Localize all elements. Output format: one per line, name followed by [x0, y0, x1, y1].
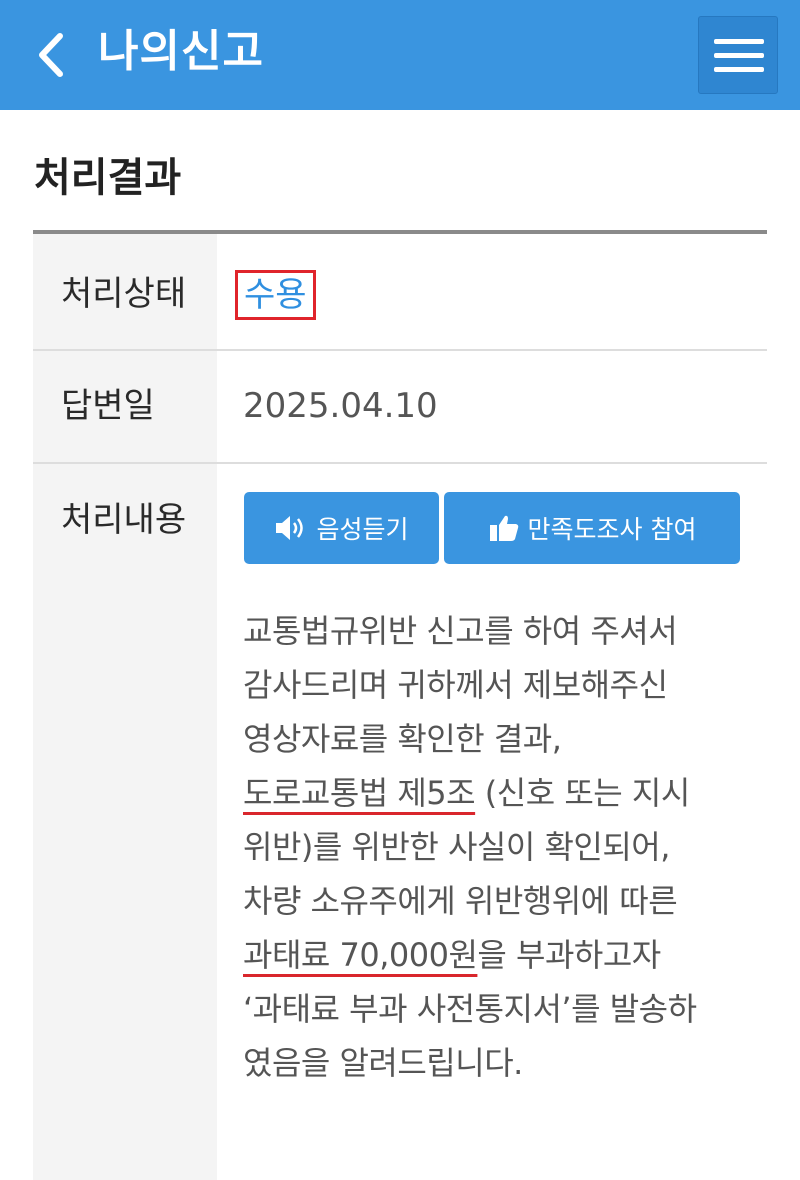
details-label: 처리내용	[61, 500, 187, 540]
page-title: 나의신고	[98, 26, 264, 77]
details-text: 교통법규위반 신고를 하여 주셔서 감사드리며 귀하께서 제보해주신 영상자료를…	[243, 604, 743, 1090]
details-line: 차량 소유주에게 위반행위에 따른	[243, 882, 678, 920]
label-column	[33, 234, 217, 1180]
reply-date-label: 답변일	[61, 386, 155, 426]
chevron-left-icon	[39, 33, 63, 77]
details-line: 영상자료를 확인한 결과,	[243, 720, 562, 758]
survey-button-label: 만족도조사 참여	[527, 515, 697, 544]
status-label: 처리상태	[61, 274, 187, 314]
row-divider	[33, 349, 767, 351]
reply-date-value: 2025.04.10	[243, 386, 438, 426]
menu-button[interactable]	[698, 16, 778, 94]
row-divider	[33, 462, 767, 464]
section-title: 처리결과	[34, 155, 182, 201]
status-value: 수용	[235, 270, 316, 320]
details-line-rest: (신호 또는 지시	[475, 774, 690, 812]
app-header: 나의신고	[0, 0, 800, 110]
details-line: 과태료 70,000원을 부과하고자	[243, 928, 743, 982]
law-article-highlight: 도로교통법 제5조	[243, 774, 476, 812]
details-line: 교통법규위반 신고를 하여 주셔서	[243, 612, 678, 650]
survey-button[interactable]: 만족도조사 참여	[444, 492, 740, 564]
speaker-icon	[276, 516, 304, 540]
listen-button-label: 음성듣기	[316, 515, 409, 544]
details-line: 위반)를 위반한 사실이 확인되어,	[243, 828, 670, 866]
details-line: 도로교통법 제5조 (신호 또는 지시	[243, 766, 743, 820]
details-line: ‘과태료 부과 사전통지서’를 발송하	[243, 990, 697, 1028]
details-line-rest: 을 부과하고자	[477, 936, 661, 974]
listen-button[interactable]: 음성듣기	[244, 492, 439, 564]
result-table: 처리상태 수용 답변일 2025.04.10 처리내용 음성듣기 만족도조사 참…	[33, 230, 767, 1180]
details-line: 였음을 알려드립니다.	[243, 1044, 523, 1082]
details-line: 감사드리며 귀하께서 제보해주신	[243, 666, 668, 704]
back-button[interactable]	[30, 28, 74, 82]
fine-amount-highlight: 과태료 70,000원	[243, 936, 478, 974]
thumbs-up-icon	[489, 515, 518, 541]
